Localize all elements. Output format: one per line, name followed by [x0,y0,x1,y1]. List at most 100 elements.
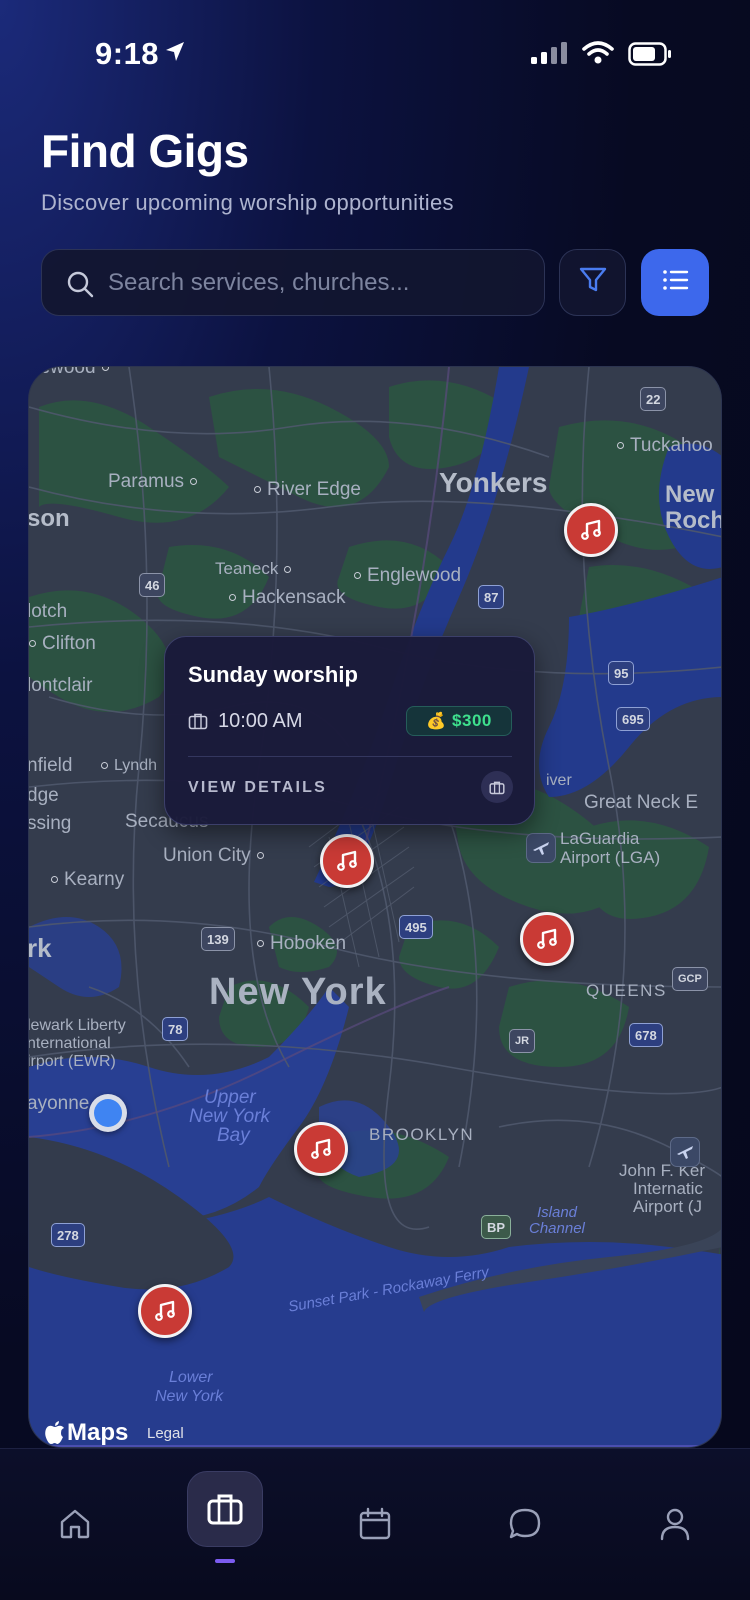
road-shield-78: 78 [162,1017,189,1041]
map-label-island-channel-1: Island [537,1204,578,1221]
road-shield-278: 278 [51,1223,85,1247]
map-label-jfk-2: Internatic [633,1179,703,1198]
map-label-edgewood: gewood [29,367,115,379]
search-bar[interactable] [41,249,545,316]
map-label-bayonne: ayonne [28,1093,90,1114]
gig-pin[interactable] [138,1284,192,1338]
status-bar: 9:18 [0,0,750,100]
apple-logo-icon [45,1421,64,1444]
list-view-icon [660,265,690,300]
battery-icon [628,42,672,71]
money-bag-icon: 💰 [426,713,447,730]
status-time: 9:18 [95,36,160,71]
gig-pin[interactable] [520,912,574,966]
tab-messages[interactable] [490,1489,560,1559]
tab-gigs[interactable] [187,1471,263,1547]
map-label-nutley: lotch [28,601,68,622]
home-icon [60,1509,90,1539]
map-label-kearny: Kearny [51,869,124,891]
map-label-jfk-3: Airport (J [633,1197,702,1216]
road-shield-95: 95 [608,661,635,685]
map-label-englewood: Englewood [354,565,461,587]
map-label-laguardia-2: Airport (LGA) [560,848,661,867]
filter-funnel-icon [578,265,608,300]
gig-pin[interactable] [294,1122,348,1176]
map-label-great-neck: Great Neck E [584,792,699,813]
filter-button[interactable] [559,249,626,316]
wifi-icon [582,41,614,70]
music-note-icon [311,1138,331,1159]
gig-popup-time: 10:00 AM [218,710,303,732]
map-label-lower-bay-1: Lower [169,1369,213,1386]
road-shield-678: 678 [629,1023,663,1047]
map-label-clifton: Clifton [29,633,96,655]
road-shield-87: 87 [478,585,505,609]
gig-pin-selected[interactable] [320,834,374,888]
map-label-island-channel-2: Channel [529,1220,585,1237]
tab-bar [0,1448,750,1600]
map-label-new-york: New York [209,971,387,1013]
map-label-queens: QUEENS [586,981,667,1000]
map-label-hoboken: Hoboken [257,933,346,955]
map-label-union-city: Union City [163,845,270,867]
legal-link[interactable]: Legal [147,1425,184,1442]
map-label-lyndhurst: Lyndh [101,757,157,775]
location-arrow-icon [164,40,186,69]
map-label-ewr-3: irport (EWR) [28,1053,116,1070]
search-input[interactable] [108,260,528,306]
tab-calendar[interactable] [340,1489,410,1559]
page-subtitle: Discover upcoming worship opportunities [41,190,454,215]
active-tab-indicator [215,1559,235,1563]
map-label-ewr-1: lewark Liberty [28,1017,126,1034]
road-shield-139: 139 [201,927,235,951]
map-label-teaneck: Teaneck [215,559,297,579]
list-view-button[interactable] [641,249,709,316]
road-shield-22: 22 [640,387,667,411]
page-title: Find Gigs [41,125,249,177]
map-label-paterson: son [28,505,70,532]
map-label-yonkers: Yonkers [439,467,548,498]
map-label-river: iver [546,772,572,789]
tab-home[interactable] [40,1489,110,1559]
airport-icon-jfk [670,1137,700,1167]
road-shield-495: 495 [399,915,433,939]
map-label-paramus: Paramus [108,471,203,493]
road-shield-gcp: GCP [672,967,708,991]
gig-popup-title: Sunday worship [188,662,358,687]
map-label-tuckahoe: Tuckahoo [617,435,713,457]
divider [188,756,512,757]
map-label-brooklyn: BROOKLYN [369,1125,475,1144]
road-shield-bp: BP [481,1215,512,1239]
briefcase-icon [188,712,208,735]
map-label-bloomfield: nfield [28,755,73,776]
road-shield-jr: JR [509,1029,536,1053]
music-note-icon [337,850,357,871]
maps-attribution: Maps [45,1419,128,1447]
briefcase-icon [207,1494,243,1525]
map-view[interactable]: gewood Paramus River Edge Yonkers Tuckah… [28,366,722,1448]
road-shield-46: 46 [139,573,166,597]
map-label-newark: rk [28,933,52,963]
map-label-new-rochelle-1: New [665,481,715,508]
chat-bubble-icon [509,1508,541,1539]
music-note-icon [537,928,557,949]
map-label-laguardia-1: LaGuardia [560,829,640,848]
gig-popup-card[interactable]: Sunday worship 10:00 AM 💰 $300 VIEW DETA… [164,636,535,825]
calendar-icon [359,1507,391,1540]
map-label-upper-bay-3: Bay [217,1125,250,1146]
view-details-link[interactable]: VIEW DETAILS [188,779,327,797]
price-badge: 💰 $300 [406,706,512,736]
airport-icon-laguardia [526,833,556,863]
gig-pin[interactable] [564,503,618,557]
map-label-passing: ssing [28,813,72,834]
map-label-river-edge: River Edge [254,479,361,501]
map-label-hackensack: Hackensack [229,587,346,609]
view-details-button[interactable] [481,771,513,803]
music-note-icon [155,1300,175,1321]
map-label-ridge: dge [28,785,59,806]
cellular-signal-icon [531,42,569,69]
road-shield-695: 695 [616,707,650,731]
tab-profile[interactable] [640,1489,710,1559]
map-label-new-rochelle-2: Roche [665,507,721,534]
user-location-marker [89,1094,127,1132]
